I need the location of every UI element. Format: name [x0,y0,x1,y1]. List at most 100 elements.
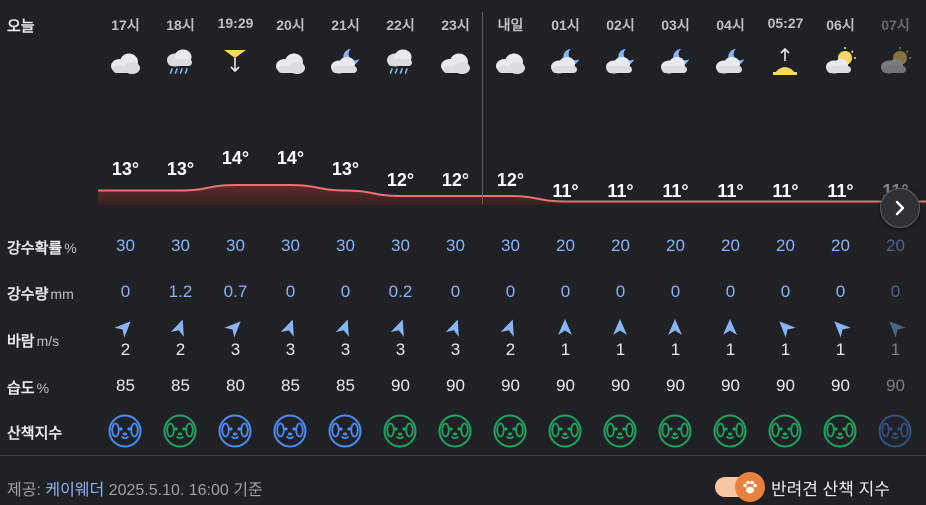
humidity: 90 [831,376,850,395]
precip-amount: 0 [340,282,351,301]
cloudy-night-icon [547,44,583,80]
hour-time: 03시 [661,17,690,33]
humidity: 85 [281,376,300,395]
hour-time: 05:27 [767,15,804,31]
humidity: 90 [446,376,465,395]
dog-walk-icon [163,414,197,448]
precip-prob: 30 [391,236,410,255]
cloudy-night-icon [712,44,748,80]
precip-prob: 30 [281,236,300,255]
precip-amount: 0 [670,282,681,301]
paw-icon [743,480,757,494]
wind-direction-icon [500,318,519,337]
precip-amount: 0 [120,282,131,301]
hour-time: 23시 [441,17,470,33]
humidity: 90 [666,376,685,395]
hour-time: 02시 [606,17,635,33]
precip-prob: 20 [886,236,905,255]
hour-column: 01시 11° 20 0 1 90 [538,0,593,455]
precip-prob: 30 [116,236,135,255]
wind-direction-icon [556,318,574,336]
hour-time: 20시 [276,17,305,33]
wind-speed: 3 [230,340,241,359]
hour-column: 21시 13° 30 0 3 85 [318,0,373,455]
wind-speed: 1 [560,340,571,359]
partly-cloudy-icon [822,44,858,80]
dog-walk-icon [713,414,747,448]
dog-walk-icon [383,414,417,448]
precip-amount: 1.2 [168,282,193,301]
precip-prob-label: 강수확률% [7,240,77,257]
hour-time: 22시 [386,17,415,33]
row-labels: 오늘 강수확률% 강수량 mm 바람 m/s 습도% 산책지수 [0,0,98,455]
partly-cloudy-icon [877,44,913,80]
temperature: 14° [276,148,305,168]
hour-column: 19:29 14° 30 0.7 3 80 [208,0,263,455]
wind-speed: 1 [890,340,901,359]
hour-column: 06시 11° 20 0 1 90 [813,0,868,455]
humidity: 90 [776,376,795,395]
hour-time: 06시 [826,17,855,33]
precip-prob: 30 [171,236,190,255]
precip-amount: 0 [560,282,571,301]
hour-column: 05:27 11° 20 0 1 90 [758,0,813,455]
next-button[interactable] [880,188,920,228]
precip-amount: 0.7 [223,282,248,301]
precip-prob: 20 [721,236,740,255]
wind-speed: 3 [285,340,296,359]
wind-direction-icon [445,318,464,337]
pet-walk-toggle-label: 반려견 산책 지수 [771,480,890,499]
today-label: 오늘 [7,18,35,35]
wind-direction-icon [224,318,244,338]
pet-walk-toggle[interactable] [713,472,765,502]
wind-direction-icon [611,318,629,336]
temperature: 14° [221,148,250,168]
precip-prob: 20 [556,236,575,255]
hourly-forecast: 오늘 강수확률% 강수량 mm 바람 m/s 습도% 산책지수 17시 13° 30 0 2… [0,0,926,455]
humidity: 90 [391,376,410,395]
provider-link[interactable]: 케이웨더 [45,482,104,499]
humidity: 90 [501,376,520,395]
humidity: 90 [886,376,905,395]
wind-speed: 3 [450,340,461,359]
humidity: 90 [721,376,740,395]
wind-speed: 1 [835,340,846,359]
precip-prob: 30 [501,236,520,255]
source-text: 제공: 케이웨더 2025.5.10. 16:00 기준 [7,482,263,499]
hour-column: 04시 11° 20 0 1 90 [703,0,758,455]
precip-amount: 0 [615,282,626,301]
wind-speed: 1 [725,340,736,359]
hour-column: 내일 12° 30 0 2 90 [483,0,538,455]
precip-amount: 0 [725,282,736,301]
hour-column: 02시 11° 20 0 1 90 [593,0,648,455]
precip-amount: 0 [285,282,296,301]
hour-column: 23시 12° 30 0 3 90 [428,0,483,455]
hour-columns: 17시 13° 30 0 2 85 18시 13° 30 1.2 2 85 19:29 14° 30 0.7 3… [98,0,926,455]
wind-direction-icon [776,318,796,338]
humidity: 85 [116,376,135,395]
hour-time: 07시 [881,17,910,33]
wind-label: 바람 m/s [7,333,60,350]
dog-walk-icon [108,414,142,448]
precip-amount: 0.2 [388,282,413,301]
chevron-right-icon [895,200,905,216]
day-divider [482,12,483,204]
hour-column: 18시 13° 30 1.2 2 85 [153,0,208,455]
sunrise-icon [767,44,803,80]
dog-walk-icon [438,414,472,448]
precip-amount: 0 [890,282,901,301]
dog-walk-icon [603,414,637,448]
precip-amount: 0 [780,282,791,301]
precip-prob: 20 [666,236,685,255]
temperature-chart [98,184,926,205]
cloudy-icon [437,44,473,80]
precip-prob: 20 [831,236,850,255]
cloudy-night-icon [602,44,638,80]
precip-amount: 0 [835,282,846,301]
cloudy-night-icon [327,44,363,80]
wind-direction-icon [666,318,684,336]
cloudy-icon [272,44,308,80]
precip-amount: 0 [505,282,516,301]
hour-column: 03시 11° 20 0 1 90 [648,0,703,455]
hour-column: 17시 13° 30 0 2 85 [98,0,153,455]
